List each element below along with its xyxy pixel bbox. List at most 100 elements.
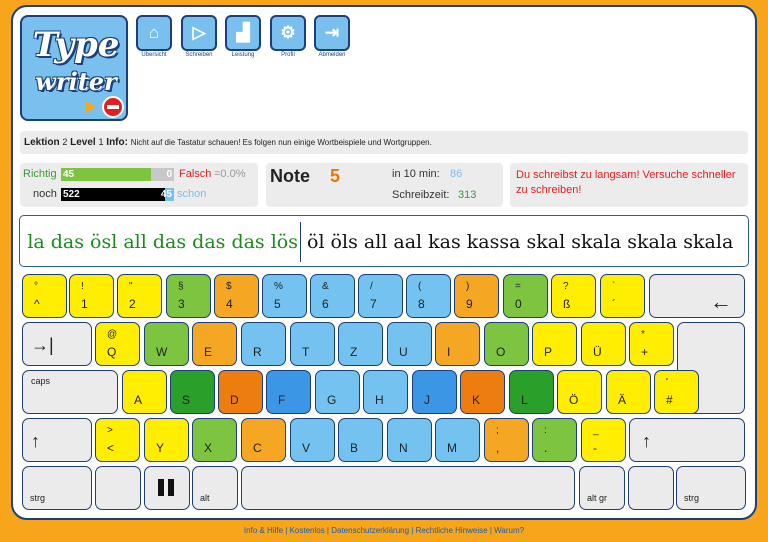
chart-icon[interactable]: ▟ [225,15,261,51]
key-row5-2[interactable] [144,466,190,510]
nav-label: Abmelden [318,52,346,58]
key-row2-8[interactable]: I [435,322,480,366]
key-row4-1[interactable]: > < [95,418,140,462]
key-row5-0[interactable]: strg [22,466,92,510]
nav-abmelden[interactable]: ⇥ Abmelden [312,15,352,58]
key-row4-9[interactable]: ;, [484,418,529,462]
key-label: ^ [34,297,40,311]
key-row4-4[interactable]: C [241,418,286,462]
key-row2-12[interactable]: * + [629,322,674,366]
nav-uebersicht[interactable]: ⌂ Übersicht [134,15,174,58]
nav-leistung[interactable]: ▟ Leistung [223,15,263,58]
key-row3-4[interactable]: F [266,370,311,414]
key-label: R [253,345,262,359]
key-row4-7[interactable]: N [387,418,432,462]
key-row3-1[interactable]: A [122,370,167,414]
key-row1-0[interactable]: ° ^ [22,274,67,318]
key-row1-9[interactable]: ) 9 [454,274,499,318]
key-shift-label: : [544,425,547,436]
key-row4-11[interactable]: _ - [581,418,626,462]
key-row1-8[interactable]: (8 [406,274,451,318]
key-row4-3[interactable]: X [192,418,237,462]
key-row4-10[interactable]: :. [532,418,577,462]
key-label: , [496,441,500,455]
key-row5-7[interactable]: strg [676,466,746,510]
key-label: M [447,441,457,455]
key-row3-11[interactable]: Ä [606,370,651,414]
key-row1-5[interactable]: % 5 [262,274,307,318]
key-row3-2[interactable]: S [170,370,215,414]
key-row1-2[interactable]: " 2 [117,274,162,318]
key-row5-5[interactable]: alt gr [579,466,625,510]
key-label: G [327,393,337,407]
key-row3-7[interactable]: J [412,370,457,414]
key-row2-9[interactable]: O [484,322,529,366]
key-row4-6[interactable]: B [338,418,383,462]
key-row1-6[interactable]: & 6 [310,274,355,318]
typed-text: la das ösl all das das das lös [27,231,298,253]
key-row3-6[interactable]: H [363,370,408,414]
warning-message: Du schreibst zu langsam! Versuche schnel… [516,169,736,196]
key-row5-6[interactable] [628,466,674,510]
typewriter-logo[interactable]: Type writer [20,15,128,121]
key-symbol-icon: →| [31,335,54,355]
gear-icon[interactable]: ⚙ [270,15,306,51]
home-icon[interactable]: ⌂ [136,15,172,51]
warning-box: Du schreibst zu langsam! Versuche schnel… [510,163,748,207]
schon-count: 45 [160,189,172,200]
key-row3-0[interactable]: caps [22,370,118,414]
key-label: 8 [418,297,425,311]
logout-icon[interactable]: ⇥ [314,15,350,51]
key-row3-5[interactable]: G [315,370,360,414]
key-row5-1[interactable] [95,466,141,510]
key-shift-label: " [129,281,133,292]
key-row2-5[interactable]: T [290,322,335,366]
key-row1-13[interactable]: ← [649,274,745,318]
key-row2-6[interactable]: Z [338,322,383,366]
key-row3-12[interactable]: ' # [654,370,699,414]
key-row5-3[interactable]: alt [192,466,238,510]
key-label: Q [107,345,117,359]
nav-profil[interactable]: ⚙ Profil [268,15,308,58]
key-row4-2[interactable]: Y [144,418,189,462]
logo-line1: Type [32,25,120,65]
key-label: P [544,345,553,359]
key-row1-1[interactable]: ! 1 [69,274,114,318]
footer-links[interactable]: Info & Hilfe | Kostenlos | Datenschutzer… [0,526,768,535]
key-row2-4[interactable]: R [241,322,286,366]
key-label: strg [684,493,700,503]
key-row1-4[interactable]: $4 [214,274,259,318]
key-row3-10[interactable]: Ö [557,370,602,414]
key-row4-8[interactable]: M [435,418,480,462]
typing-text-line[interactable]: la das ösl all das das das lös öl öls al… [19,215,749,267]
key-row2-1[interactable]: @ Q [95,322,140,366]
key-row2-7[interactable]: U [387,322,432,366]
key-row5-4[interactable] [241,466,575,510]
key-row2-11[interactable]: Ü [581,322,626,366]
noch-bar-track: 522 45 [61,188,174,201]
key-row2-3[interactable]: E [192,322,237,366]
key-row1-10[interactable]: = 0 [503,274,548,318]
key-row1-7[interactable]: /7 [358,274,403,318]
key-row2-0[interactable]: →| [22,322,92,366]
key-row4-0[interactable]: ↑ [22,418,92,462]
in10-value: 86 [450,168,463,180]
play-icon[interactable]: ▷ [181,15,217,51]
key-row3-3[interactable]: D [218,370,263,414]
key-shift-label: @ [107,329,118,340]
key-row1-11[interactable]: ? ß [551,274,596,318]
nav-schreiben[interactable]: ▷ Schreiben [179,15,219,58]
key-row3-8[interactable]: K [460,370,505,414]
play-icon[interactable] [86,101,96,113]
zeit-value: 313 [458,189,477,201]
key-row2-10[interactable]: P [532,322,577,366]
key-row3-9[interactable]: L [509,370,554,414]
key-row4-5[interactable]: V [290,418,335,462]
key-row1-3[interactable]: § 3 [166,274,211,318]
stop-icon[interactable] [102,96,124,118]
key-label: alt gr [587,493,608,503]
key-row4-12[interactable]: ↑ [629,418,745,462]
key-label: Z [350,345,358,359]
key-row2-2[interactable]: W [144,322,189,366]
key-row1-12[interactable]: ` ´ [600,274,645,318]
